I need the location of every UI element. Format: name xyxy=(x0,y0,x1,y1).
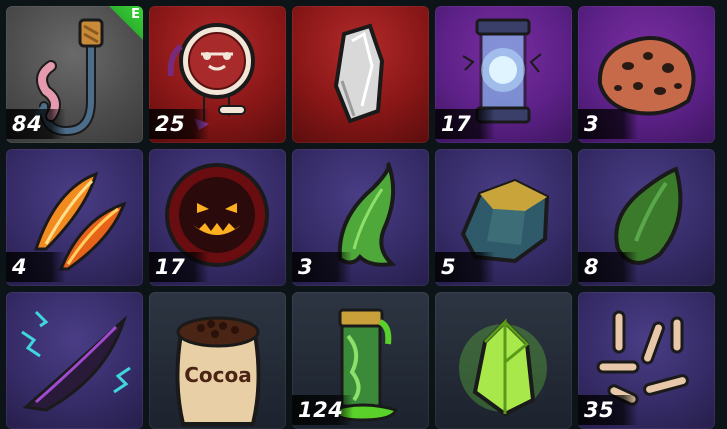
inventory-slot-jack-o-lantern-orb[interactable]: 17 xyxy=(149,149,286,286)
item-count: 5 xyxy=(435,252,495,282)
glowing-crystal-icon xyxy=(459,318,547,417)
inventory-slot-glowing-crystal[interactable] xyxy=(435,292,572,429)
inventory-slot-phoenix-feathers[interactable]: 4 xyxy=(6,149,143,286)
inventory-slot-silver-shard[interactable] xyxy=(292,6,429,143)
item-count: 25 xyxy=(149,109,209,139)
inventory-slot-electric-feather[interactable] xyxy=(6,292,143,429)
inventory-slot-green-seed[interactable]: 8 xyxy=(578,149,715,286)
inventory-slot-toxic-canister[interactable]: 124 xyxy=(292,292,429,429)
inventory-slot-cookie-rock[interactable]: 3 xyxy=(578,6,715,143)
item-count: 35 xyxy=(578,395,638,425)
inventory-slot-dreamcatcher[interactable]: 25 xyxy=(149,6,286,143)
item-count: 3 xyxy=(578,109,638,139)
item-count: 17 xyxy=(149,252,209,282)
electric-feather-icon xyxy=(21,310,131,412)
item-count: 4 xyxy=(6,252,66,282)
silver-shard-icon xyxy=(333,23,385,124)
inventory-slot-cocoa-sack[interactable]: Cocoa xyxy=(149,292,286,429)
item-count: 3 xyxy=(292,252,352,282)
inventory-slot-bones[interactable]: 35 xyxy=(578,292,715,429)
inventory-grid: E 84 25 17 3 4 17 3 5 8 Cocoa 124 35 xyxy=(0,0,727,429)
inventory-slot-fishing-hook[interactable]: E 84 xyxy=(6,6,143,143)
inventory-slot-mossy-stone[interactable]: 5 xyxy=(435,149,572,286)
cocoa-label: Cocoa xyxy=(184,363,252,387)
inventory-slot-green-fin[interactable]: 3 xyxy=(292,149,429,286)
item-count: 17 xyxy=(435,109,495,139)
item-count: 8 xyxy=(578,252,638,282)
item-count: 124 xyxy=(292,395,354,425)
item-count: 84 xyxy=(6,109,66,139)
inventory-slot-tesla-canister[interactable]: 17 xyxy=(435,6,572,143)
cocoa-sack-icon: Cocoa xyxy=(175,316,261,426)
